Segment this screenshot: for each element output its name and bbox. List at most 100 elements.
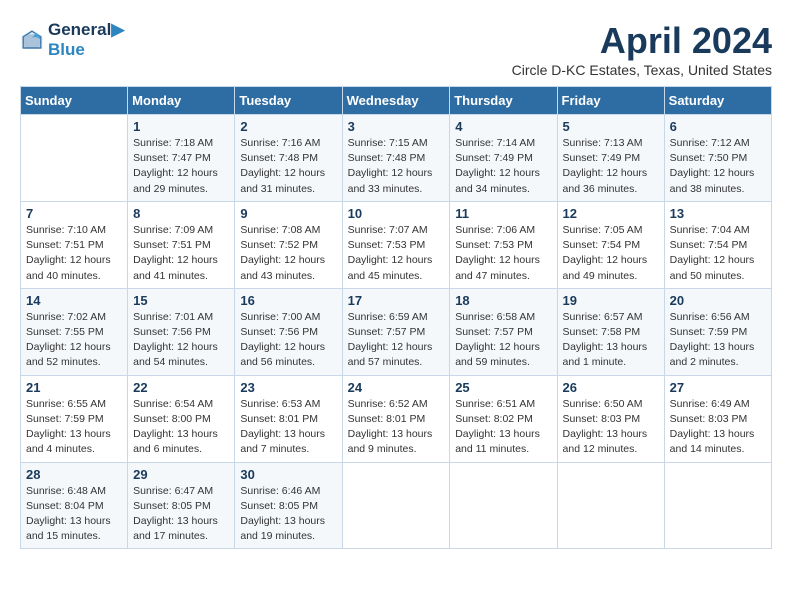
- day-number: 23: [240, 380, 336, 395]
- calendar-cell: 28Sunrise: 6:48 AM Sunset: 8:04 PM Dayli…: [21, 462, 128, 549]
- subtitle: Circle D-KC Estates, Texas, United State…: [512, 62, 772, 78]
- calendar-cell: 10 Sunrise: 7:07 AM Sunset: 7:53 PM Dayli…: [342, 201, 450, 288]
- day-info: Sunrise: 7:12 AM Sunset: 7:50 PM Dayligh…: [670, 136, 766, 197]
- weekday-header: Friday: [557, 87, 664, 115]
- day-info: Sunrise: 7:00 AM Sunset: 7:56 PM Dayligh…: [240, 310, 336, 371]
- day-number: 26: [563, 380, 659, 395]
- day-info: Sunrise: 6:55 AM Sunset: 7:59 PM Dayligh…: [26, 397, 122, 458]
- day-number: 27: [670, 380, 766, 395]
- page-header: General▶ Blue April 2024 Circle D-KC Est…: [20, 20, 772, 78]
- day-number: 3: [348, 119, 445, 134]
- calendar-cell: 4 Sunrise: 7:14 AM Sunset: 7:49 PM Daylig…: [450, 115, 557, 202]
- day-number: 24: [348, 380, 445, 395]
- day-info: Sunrise: 7:07 AM Sunset: 7:53 PM Dayligh…: [348, 223, 445, 284]
- weekday-header: Sunday: [21, 87, 128, 115]
- calendar-cell: [342, 462, 450, 549]
- day-number: 1: [133, 119, 229, 134]
- day-info: Sunrise: 6:49 AM Sunset: 8:03 PM Dayligh…: [670, 397, 766, 458]
- day-info: Sunrise: 6:54 AM Sunset: 8:00 PM Dayligh…: [133, 397, 229, 458]
- calendar-cell: 19Sunrise: 6:57 AM Sunset: 7:58 PM Dayli…: [557, 288, 664, 375]
- day-info: Sunrise: 7:14 AM Sunset: 7:49 PM Dayligh…: [455, 136, 551, 197]
- day-info: Sunrise: 7:08 AM Sunset: 7:52 PM Dayligh…: [240, 223, 336, 284]
- day-number: 10: [348, 206, 445, 221]
- calendar-cell: 5 Sunrise: 7:13 AM Sunset: 7:49 PM Daylig…: [557, 115, 664, 202]
- calendar-cell: [21, 115, 128, 202]
- day-number: 15: [133, 293, 229, 308]
- day-number: 9: [240, 206, 336, 221]
- calendar-cell: 6 Sunrise: 7:12 AM Sunset: 7:50 PM Daylig…: [664, 115, 771, 202]
- day-number: 5: [563, 119, 659, 134]
- calendar-cell: 11 Sunrise: 7:06 AM Sunset: 7:53 PM Dayli…: [450, 201, 557, 288]
- day-info: Sunrise: 6:59 AM Sunset: 7:57 PM Dayligh…: [348, 310, 445, 371]
- day-info: Sunrise: 7:18 AM Sunset: 7:47 PM Dayligh…: [133, 136, 229, 197]
- day-info: Sunrise: 6:50 AM Sunset: 8:03 PM Dayligh…: [563, 397, 659, 458]
- day-info: Sunrise: 7:06 AM Sunset: 7:53 PM Dayligh…: [455, 223, 551, 284]
- weekday-header: Tuesday: [235, 87, 342, 115]
- day-info: Sunrise: 6:52 AM Sunset: 8:01 PM Dayligh…: [348, 397, 445, 458]
- day-info: Sunrise: 7:09 AM Sunset: 7:51 PM Dayligh…: [133, 223, 229, 284]
- day-number: 12: [563, 206, 659, 221]
- day-number: 16: [240, 293, 336, 308]
- calendar-cell: 18 Sunrise: 6:58 AM Sunset: 7:57 PM Dayli…: [450, 288, 557, 375]
- day-info: Sunrise: 6:56 AM Sunset: 7:59 PM Dayligh…: [670, 310, 766, 371]
- calendar-cell: 15Sunrise: 7:01 AM Sunset: 7:56 PM Dayli…: [128, 288, 235, 375]
- calendar-cell: [450, 462, 557, 549]
- weekday-header: Saturday: [664, 87, 771, 115]
- day-number: 19: [563, 293, 659, 308]
- logo-text: General▶ Blue: [48, 20, 124, 59]
- calendar-cell: [557, 462, 664, 549]
- calendar-week-row: 7 Sunrise: 7:10 AM Sunset: 7:51 PM Daylig…: [21, 201, 772, 288]
- calendar-cell: [664, 462, 771, 549]
- day-number: 11: [455, 206, 551, 221]
- month-title: April 2024: [512, 20, 772, 62]
- calendar-cell: 16 Sunrise: 7:00 AM Sunset: 7:56 PM Dayli…: [235, 288, 342, 375]
- calendar-cell: 9 Sunrise: 7:08 AM Sunset: 7:52 PM Daylig…: [235, 201, 342, 288]
- calendar-cell: 21Sunrise: 6:55 AM Sunset: 7:59 PM Dayli…: [21, 375, 128, 462]
- day-number: 6: [670, 119, 766, 134]
- day-info: Sunrise: 7:16 AM Sunset: 7:48 PM Dayligh…: [240, 136, 336, 197]
- calendar-cell: 20 Sunrise: 6:56 AM Sunset: 7:59 PM Dayli…: [664, 288, 771, 375]
- day-number: 20: [670, 293, 766, 308]
- calendar-cell: 3Sunrise: 7:15 AM Sunset: 7:48 PM Daylig…: [342, 115, 450, 202]
- day-number: 4: [455, 119, 551, 134]
- calendar-cell: 7 Sunrise: 7:10 AM Sunset: 7:51 PM Daylig…: [21, 201, 128, 288]
- day-number: 28: [26, 467, 122, 482]
- calendar-cell: 24 Sunrise: 6:52 AM Sunset: 8:01 PM Dayli…: [342, 375, 450, 462]
- weekday-header: Wednesday: [342, 87, 450, 115]
- day-info: Sunrise: 7:04 AM Sunset: 7:54 PM Dayligh…: [670, 223, 766, 284]
- day-number: 18: [455, 293, 551, 308]
- calendar-table: SundayMondayTuesdayWednesdayThursdayFrid…: [20, 86, 772, 549]
- day-number: 30: [240, 467, 336, 482]
- day-info: Sunrise: 6:58 AM Sunset: 7:57 PM Dayligh…: [455, 310, 551, 371]
- day-info: Sunrise: 6:53 AM Sunset: 8:01 PM Dayligh…: [240, 397, 336, 458]
- day-info: Sunrise: 7:05 AM Sunset: 7:54 PM Dayligh…: [563, 223, 659, 284]
- calendar-cell: 13Sunrise: 7:04 AM Sunset: 7:54 PM Dayli…: [664, 201, 771, 288]
- calendar-cell: 30 Sunrise: 6:46 AM Sunset: 8:05 PM Dayli…: [235, 462, 342, 549]
- day-number: 25: [455, 380, 551, 395]
- calendar-cell: 26 Sunrise: 6:50 AM Sunset: 8:03 PM Dayli…: [557, 375, 664, 462]
- weekday-header: Monday: [128, 87, 235, 115]
- calendar-cell: 23 Sunrise: 6:53 AM Sunset: 8:01 PM Dayli…: [235, 375, 342, 462]
- day-info: Sunrise: 7:13 AM Sunset: 7:49 PM Dayligh…: [563, 136, 659, 197]
- calendar-cell: 27 Sunrise: 6:49 AM Sunset: 8:03 PM Dayli…: [664, 375, 771, 462]
- calendar-cell: 12 Sunrise: 7:05 AM Sunset: 7:54 PM Dayli…: [557, 201, 664, 288]
- calendar-cell: 25 Sunrise: 6:51 AM Sunset: 8:02 PM Dayli…: [450, 375, 557, 462]
- calendar-week-row: 1 Sunrise: 7:18 AM Sunset: 7:47 PM Daylig…: [21, 115, 772, 202]
- day-number: 17: [348, 293, 445, 308]
- day-info: Sunrise: 7:02 AM Sunset: 7:55 PM Dayligh…: [26, 310, 122, 371]
- weekday-header: Thursday: [450, 87, 557, 115]
- calendar-cell: 8 Sunrise: 7:09 AM Sunset: 7:51 PM Daylig…: [128, 201, 235, 288]
- calendar-cell: 17 Sunrise: 6:59 AM Sunset: 7:57 PM Dayli…: [342, 288, 450, 375]
- title-block: April 2024 Circle D-KC Estates, Texas, U…: [512, 20, 772, 78]
- day-info: Sunrise: 6:46 AM Sunset: 8:05 PM Dayligh…: [240, 484, 336, 545]
- day-number: 8: [133, 206, 229, 221]
- day-info: Sunrise: 7:10 AM Sunset: 7:51 PM Dayligh…: [26, 223, 122, 284]
- calendar-cell: 29Sunrise: 6:47 AM Sunset: 8:05 PM Dayli…: [128, 462, 235, 549]
- calendar-week-row: 28Sunrise: 6:48 AM Sunset: 8:04 PM Dayli…: [21, 462, 772, 549]
- day-number: 14: [26, 293, 122, 308]
- calendar-cell: 14 Sunrise: 7:02 AM Sunset: 7:55 PM Dayli…: [21, 288, 128, 375]
- day-number: 7: [26, 206, 122, 221]
- calendar-cell: 22Sunrise: 6:54 AM Sunset: 8:00 PM Dayli…: [128, 375, 235, 462]
- day-info: Sunrise: 6:47 AM Sunset: 8:05 PM Dayligh…: [133, 484, 229, 545]
- day-info: Sunrise: 6:51 AM Sunset: 8:02 PM Dayligh…: [455, 397, 551, 458]
